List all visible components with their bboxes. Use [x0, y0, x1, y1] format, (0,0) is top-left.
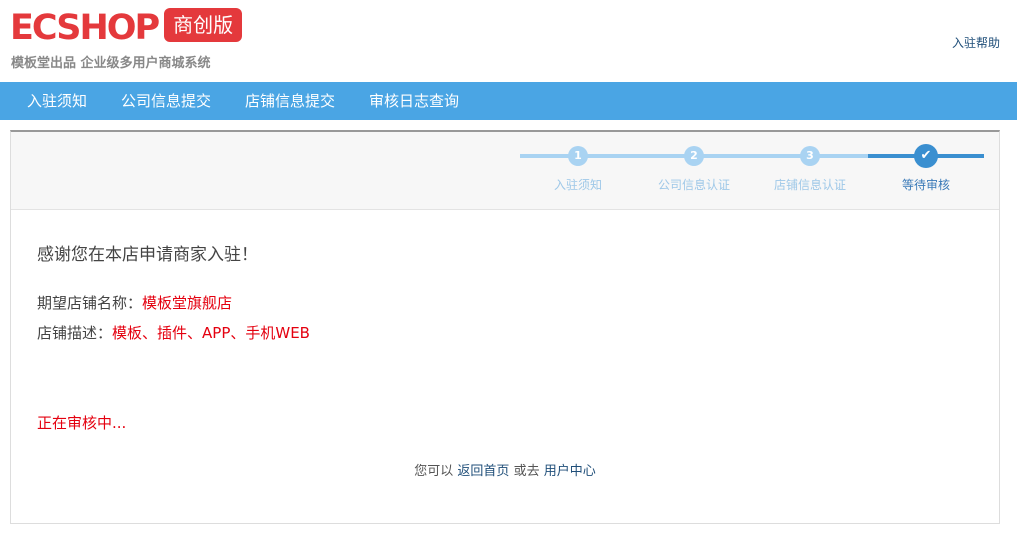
store-name-row: 期望店铺名称：模板堂旗舰店 [37, 292, 232, 313]
home-link[interactable]: 返回首页 [457, 464, 509, 479]
step-number: 2 [684, 146, 704, 166]
step-label: 公司信息认证 [657, 178, 730, 192]
logo[interactable]: ECSHOP 商创版 [10, 8, 243, 48]
step-label: 店铺信息认证 [773, 178, 846, 192]
logo-wordmark: ECSHOP [10, 8, 160, 48]
site-header: ECSHOP 商创版 模板堂出品 企业级多用户商城系统 入驻帮助 [0, 0, 1017, 82]
logo-badge: 商创版 [164, 8, 243, 42]
step-await-review: ✔ 等待审核 [868, 132, 984, 209]
progress-steps: 1 入驻须知 2 公司信息认证 3 店铺信息认证 ✔ 等待审核 [11, 132, 999, 210]
step-label: 入驻须知 [553, 178, 602, 192]
settlement-help-link[interactable]: 入驻帮助 [952, 34, 1000, 51]
slogan: 模板堂出品 企业级多用户商城系统 [11, 56, 211, 71]
step-company-verify: 2 公司信息认证 [636, 132, 752, 209]
store-desc-value: 模板、插件、APP、手机WEB [112, 324, 310, 342]
store-name-value: 模板堂旗舰店 [142, 294, 233, 312]
store-desc-row: 店铺描述：模板、插件、APP、手机WEB [37, 322, 310, 343]
store-name-label: 期望店铺名称： [37, 294, 143, 312]
review-status: 正在审核中... [37, 414, 127, 432]
footer-links: 您可以 返回首页 或去 用户中心 [11, 460, 999, 479]
step-store-verify: 3 店铺信息认证 [752, 132, 868, 209]
main-panel: 1 入驻须知 2 公司信息认证 3 店铺信息认证 ✔ 等待审核 感谢您在本店申请… [10, 130, 1000, 524]
check-icon: ✔ [914, 144, 938, 168]
footer-or: 或去 [513, 464, 540, 479]
step-notice: 1 入驻须知 [520, 132, 636, 209]
nav-item-store-info[interactable]: 店铺信息提交 [228, 82, 352, 120]
thanks-message: 感谢您在本店申请商家入驻！ [37, 245, 258, 265]
user-center-link[interactable]: 用户中心 [544, 464, 596, 479]
main-nav: 入驻须知 公司信息提交 店铺信息提交 审核日志查询 [0, 82, 1017, 120]
step-number: 3 [800, 146, 820, 166]
nav-item-audit-log[interactable]: 审核日志查询 [352, 82, 476, 120]
nav-item-notice[interactable]: 入驻须知 [10, 82, 104, 120]
footer-prefix: 您可以 [414, 464, 454, 479]
nav-item-company-info[interactable]: 公司信息提交 [104, 82, 228, 120]
store-desc-label: 店铺描述： [37, 324, 113, 342]
step-label: 等待审核 [901, 178, 950, 192]
step-number: 1 [568, 146, 588, 166]
